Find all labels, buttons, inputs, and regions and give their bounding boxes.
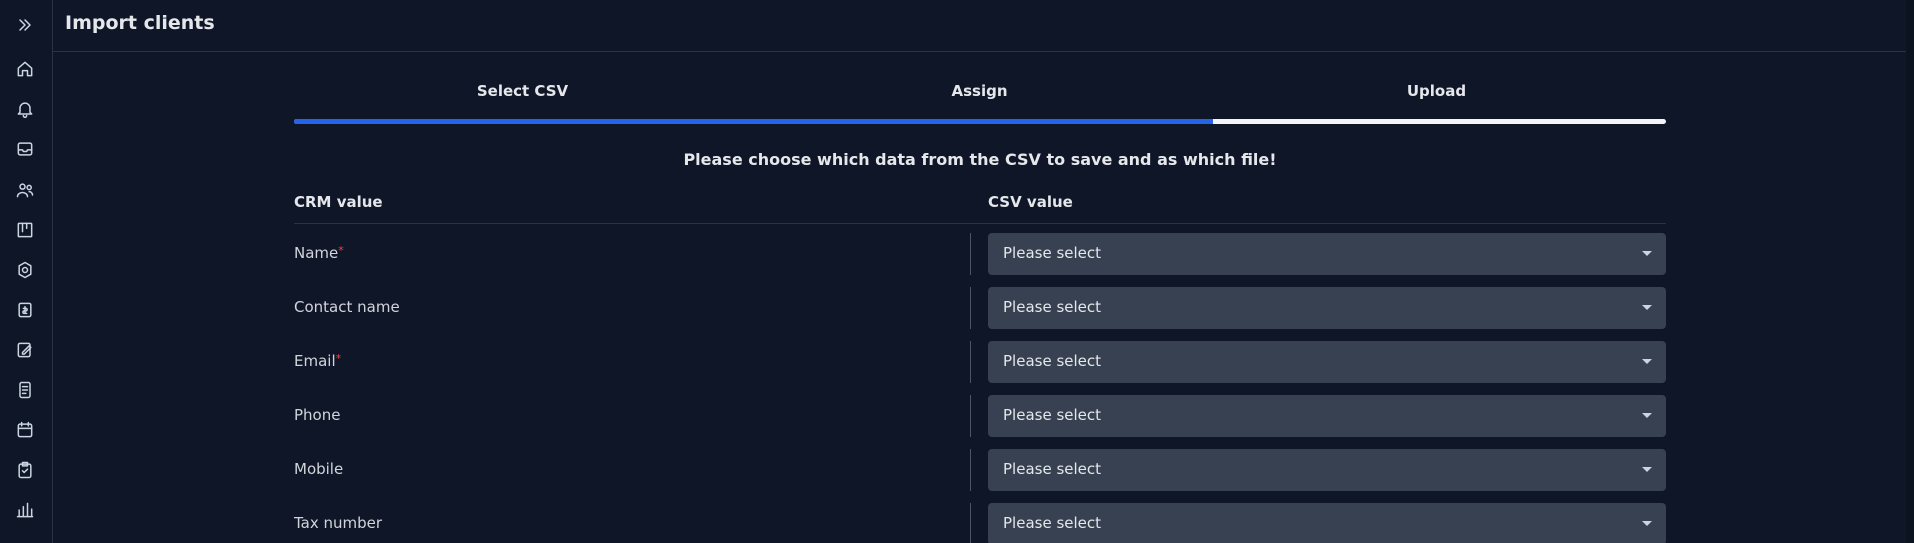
row-divider	[970, 341, 971, 383]
row-divider	[970, 395, 971, 437]
chevron-down-icon	[1642, 251, 1652, 256]
page-header: Import clients	[53, 0, 1914, 52]
row-label: Contact name	[294, 298, 400, 316]
invoice-icon[interactable]	[13, 298, 37, 322]
progress-bar-fill	[294, 119, 1214, 124]
required-mark: *	[338, 244, 344, 257]
step-select-csv[interactable]: Select CSV	[294, 82, 751, 100]
scrollbar[interactable]	[1906, 0, 1914, 543]
document-icon[interactable]	[13, 378, 37, 402]
csv-select-phone[interactable]: Please select	[988, 395, 1666, 437]
chevron-down-icon	[1642, 413, 1652, 418]
row-divider	[970, 503, 971, 543]
csv-select-contact-name[interactable]: Please select	[988, 287, 1666, 329]
step-upload[interactable]: Upload	[1208, 82, 1665, 100]
inbox-icon[interactable]	[13, 137, 37, 161]
kanban-icon[interactable]	[13, 218, 37, 242]
row-label: Mobile	[294, 460, 344, 478]
row-label: Email*	[294, 352, 342, 370]
row-label: Tax number	[294, 514, 383, 532]
csv-select-name[interactable]: Please select	[988, 233, 1666, 275]
select-value: Please select	[1003, 298, 1102, 316]
header-divider	[294, 223, 1666, 224]
select-value: Please select	[1003, 244, 1102, 262]
edit-note-icon[interactable]	[13, 338, 37, 362]
row-label: Name*	[294, 244, 344, 262]
stepper: Select CSV Assign Upload	[294, 80, 1666, 124]
row-divider	[970, 233, 971, 275]
instruction-text: Please choose which data from the CSV to…	[683, 150, 1277, 169]
page-title: Import clients	[65, 12, 215, 34]
mapping-row-mobile: Mobile Please select	[294, 449, 1666, 491]
clipboard-check-icon[interactable]	[13, 458, 37, 482]
select-value: Please select	[1003, 514, 1102, 532]
home-icon[interactable]	[13, 57, 37, 81]
select-value: Please select	[1003, 460, 1102, 478]
users-icon[interactable]	[13, 178, 37, 202]
bell-icon[interactable]	[13, 97, 37, 121]
chevron-down-icon	[1642, 521, 1652, 526]
sidebar	[0, 0, 53, 543]
csv-select-email[interactable]: Please select	[988, 341, 1666, 383]
csv-value-header: CSV value	[988, 193, 1073, 211]
mapping-row-email: Email* Please select	[294, 341, 1666, 383]
chevron-down-icon	[1642, 359, 1652, 364]
csv-select-tax-number[interactable]: Please select	[988, 503, 1666, 543]
mapping-row-name: Name* Please select	[294, 233, 1666, 275]
expand-icon[interactable]	[13, 13, 37, 37]
settings-icon[interactable]	[13, 258, 37, 282]
calendar-icon[interactable]	[13, 418, 37, 442]
row-divider	[970, 449, 971, 491]
step-assign[interactable]: Assign	[751, 82, 1208, 100]
progress-bar	[294, 119, 1666, 124]
crm-value-header: CRM value	[294, 193, 383, 211]
chevron-down-icon	[1642, 467, 1652, 472]
chevron-down-icon	[1642, 305, 1652, 310]
mapping-row-tax-number: Tax number Please select	[294, 503, 1666, 543]
row-divider	[970, 287, 971, 329]
app-root: Import clients Select CSV Assign Upload …	[0, 0, 1914, 543]
csv-select-mobile[interactable]: Please select	[988, 449, 1666, 491]
select-value: Please select	[1003, 352, 1102, 370]
row-label: Phone	[294, 406, 341, 424]
bar-chart-icon[interactable]	[13, 498, 37, 522]
required-mark: *	[335, 352, 342, 365]
mapping-row-phone: Phone Please select	[294, 395, 1666, 437]
select-value: Please select	[1003, 406, 1102, 424]
mapping-row-contact-name: Contact name Please select	[294, 287, 1666, 329]
